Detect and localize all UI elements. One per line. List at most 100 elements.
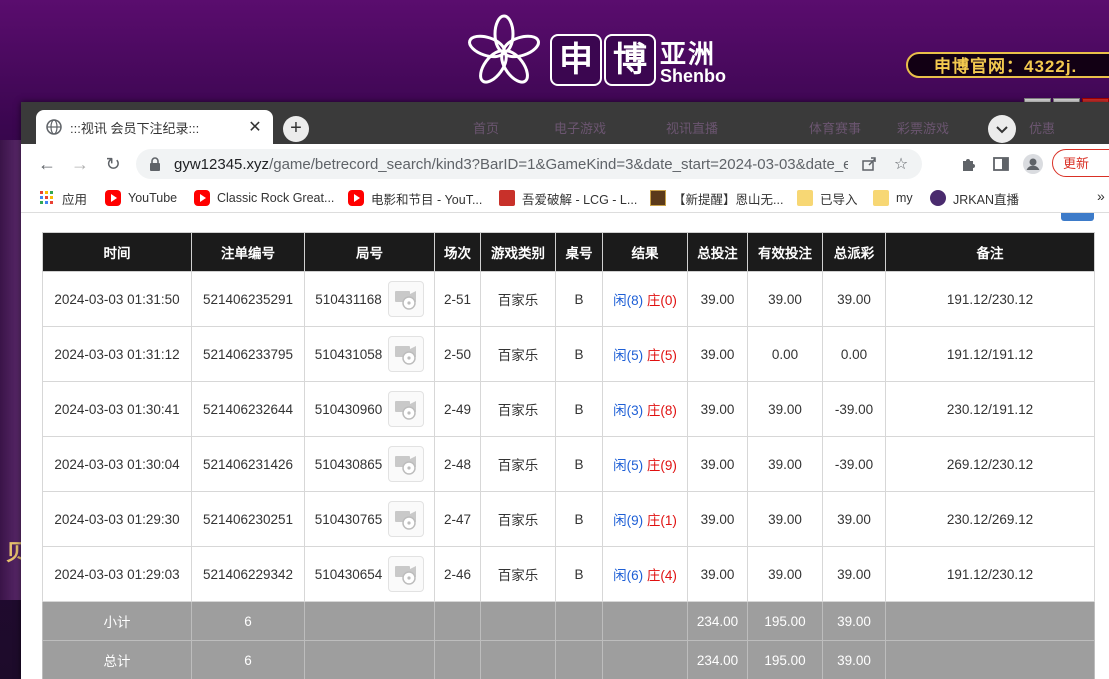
cell-total-bet: 39.00: [687, 491, 748, 547]
column-header: 局号: [304, 232, 435, 272]
tab-search-button[interactable]: [988, 115, 1016, 143]
bookmark-youtube[interactable]: YouTube: [105, 189, 177, 207]
cell-total-bet: 39.00: [687, 381, 748, 437]
subtotal-valid-bet: 195.00: [747, 601, 823, 641]
extensions-puzzle-icon[interactable]: [958, 153, 980, 175]
cell-time: 2024-03-03 01:31:12: [42, 326, 192, 382]
cell-game-type: 百家乐: [480, 546, 556, 602]
top-blue-button[interactable]: [1061, 213, 1094, 221]
share-icon[interactable]: [858, 153, 880, 175]
bookmark-label: 应用: [62, 192, 88, 207]
address-bar[interactable]: gyw12345.xyz/game/betrecord_search/kind3…: [136, 149, 922, 179]
profile-avatar-icon[interactable]: [1022, 153, 1044, 175]
bookmark-enshan[interactable]: 【新提醒】恩山无...: [650, 189, 783, 207]
shenbo-logo: 申 博 亚洲 Shenbo: [462, 12, 726, 92]
back-arrow-icon[interactable]: ←: [37, 154, 57, 174]
cell-game-type: 百家乐: [480, 381, 556, 437]
cell-valid-bet: 0.00: [747, 326, 823, 382]
cell-game-type: 百家乐: [480, 326, 556, 382]
tab-title: :::视讯 会员下注纪录:::: [70, 120, 200, 136]
bookmark-imported[interactable]: 已导入: [797, 189, 858, 207]
table-header-row: 时间 注单编号 局号 场次 游戏类别 桌号 结果 总投注 有效投注 总派彩 备注: [42, 232, 1095, 272]
cell-session: 2-50: [434, 326, 481, 382]
column-header: 场次: [434, 232, 481, 272]
cell-order-number: 521406230251: [191, 491, 305, 547]
browser-toolbar: ← → ↻ gyw12345.xyz/game/betrecord_search…: [21, 144, 1109, 184]
video-replay-button[interactable]: [388, 501, 425, 537]
update-button[interactable]: 更新: [1052, 149, 1109, 177]
new-tab-button[interactable]: +: [283, 116, 309, 142]
forward-arrow-icon[interactable]: →: [70, 154, 90, 174]
bookmark-label: 吾爱破解 - LCG - L...: [522, 192, 638, 207]
cell-order-number: 521406233795: [191, 326, 305, 382]
ghost-nav-item: 电子游戏: [554, 121, 607, 136]
bookmark-my[interactable]: my: [873, 189, 913, 207]
bookmark-jrkan[interactable]: JRKAN直播: [930, 189, 1019, 207]
active-tab[interactable]: :::视讯 会员下注纪录::: ✕: [36, 110, 273, 144]
banker-result: 庄(9): [646, 458, 677, 473]
lock-icon[interactable]: [148, 156, 162, 172]
official-site-banner: 申博官网：4322j.: [906, 52, 1109, 78]
bookmark-52pojie[interactable]: 吾爱破解 - LCG - L...: [499, 189, 637, 207]
grandtotal-valid-bet: 195.00: [747, 640, 823, 679]
cell-game-type: 百家乐: [480, 491, 556, 547]
video-replay-button[interactable]: [387, 281, 424, 317]
cell-valid-bet: 39.00: [747, 436, 823, 492]
cell-result: 闲(5) 庄(5): [602, 326, 688, 382]
jrkan-icon: [930, 190, 946, 206]
grandtotal-payout: 39.00: [822, 640, 886, 679]
cell-order-number: 521406232644: [191, 381, 305, 437]
cell-payout: 39.00: [822, 546, 886, 602]
bookmark-movies[interactable]: 电影和节目 - YouT...: [348, 189, 482, 207]
table-row: 2024-03-03 01:31:12 521406233795 510431058…: [42, 326, 1095, 382]
close-tab-icon[interactable]: ✕: [247, 117, 263, 137]
cell-round: 510430865: [304, 436, 435, 492]
reload-icon[interactable]: ↻: [103, 154, 123, 174]
video-replay-button[interactable]: [388, 391, 425, 427]
cell-payout: 39.00: [822, 491, 886, 547]
subtotal-payout: 39.00: [822, 601, 886, 641]
round-number: 510431168: [315, 291, 382, 307]
video-replay-button[interactable]: [388, 556, 425, 592]
column-header: 注单编号: [191, 232, 305, 272]
ghost-nav-item: 优惠: [1029, 121, 1056, 136]
bet-record-table: 时间 注单编号 局号 场次 游戏类别 桌号 结果 总投注 有效投注 总派彩 备注…: [42, 232, 1095, 679]
cell-valid-bet: 39.00: [747, 546, 823, 602]
table-row: 2024-03-03 01:30:04 521406231426 510430865…: [42, 436, 1095, 492]
cell-time: 2024-03-03 01:29:30: [42, 491, 192, 547]
column-header: 结果: [602, 232, 688, 272]
cell-result: 闲(8) 庄(0): [602, 271, 688, 327]
bookmark-classic-rock[interactable]: Classic Rock Great...: [194, 189, 334, 207]
browser-window: :::视讯 会员下注纪录::: ✕ + 首页 电子游戏 视讯直播 体育赛事 彩票…: [21, 102, 1109, 679]
logo-tile-bo: 博: [604, 34, 656, 86]
bookmark-label: 已导入: [820, 192, 858, 207]
cell-note: 191.12/191.12: [885, 326, 1095, 382]
cell-table-number: B: [555, 546, 603, 602]
bookmark-apps[interactable]: 应用: [39, 189, 87, 207]
video-replay-button[interactable]: [388, 446, 425, 482]
cell-table-number: B: [555, 271, 603, 327]
cell-time: 2024-03-03 01:30:41: [42, 381, 192, 437]
enshan-icon: [650, 190, 666, 206]
banker-result: 庄(5): [646, 348, 677, 363]
cell-payout: -39.00: [822, 436, 886, 492]
table-row: 2024-03-03 01:30:41 521406232644 510430960…: [42, 381, 1095, 437]
video-replay-button[interactable]: [388, 336, 425, 372]
video-replay-icon: [394, 291, 416, 310]
player-result: 闲(8): [613, 293, 644, 308]
more-bookmarks-icon[interactable]: »: [1097, 188, 1105, 204]
cell-note: 191.12/230.12: [885, 546, 1095, 602]
cell-order-number: 521406231426: [191, 436, 305, 492]
cell-order-number: 521406229342: [191, 546, 305, 602]
youtube-icon: [194, 190, 210, 206]
star-bookmark-icon[interactable]: ☆: [890, 153, 912, 175]
url-text[interactable]: gyw12345.xyz/game/betrecord_search/kind3…: [174, 156, 848, 173]
cell-session: 2-48: [434, 436, 481, 492]
side-panel-icon[interactable]: [990, 153, 1012, 175]
apps-grid-icon: [40, 191, 53, 204]
globe-icon: [46, 119, 62, 135]
youtube-icon: [105, 190, 121, 206]
bookmark-label: Classic Rock Great...: [217, 191, 335, 205]
cell-valid-bet: 39.00: [747, 491, 823, 547]
cell-time: 2024-03-03 01:30:04: [42, 436, 192, 492]
